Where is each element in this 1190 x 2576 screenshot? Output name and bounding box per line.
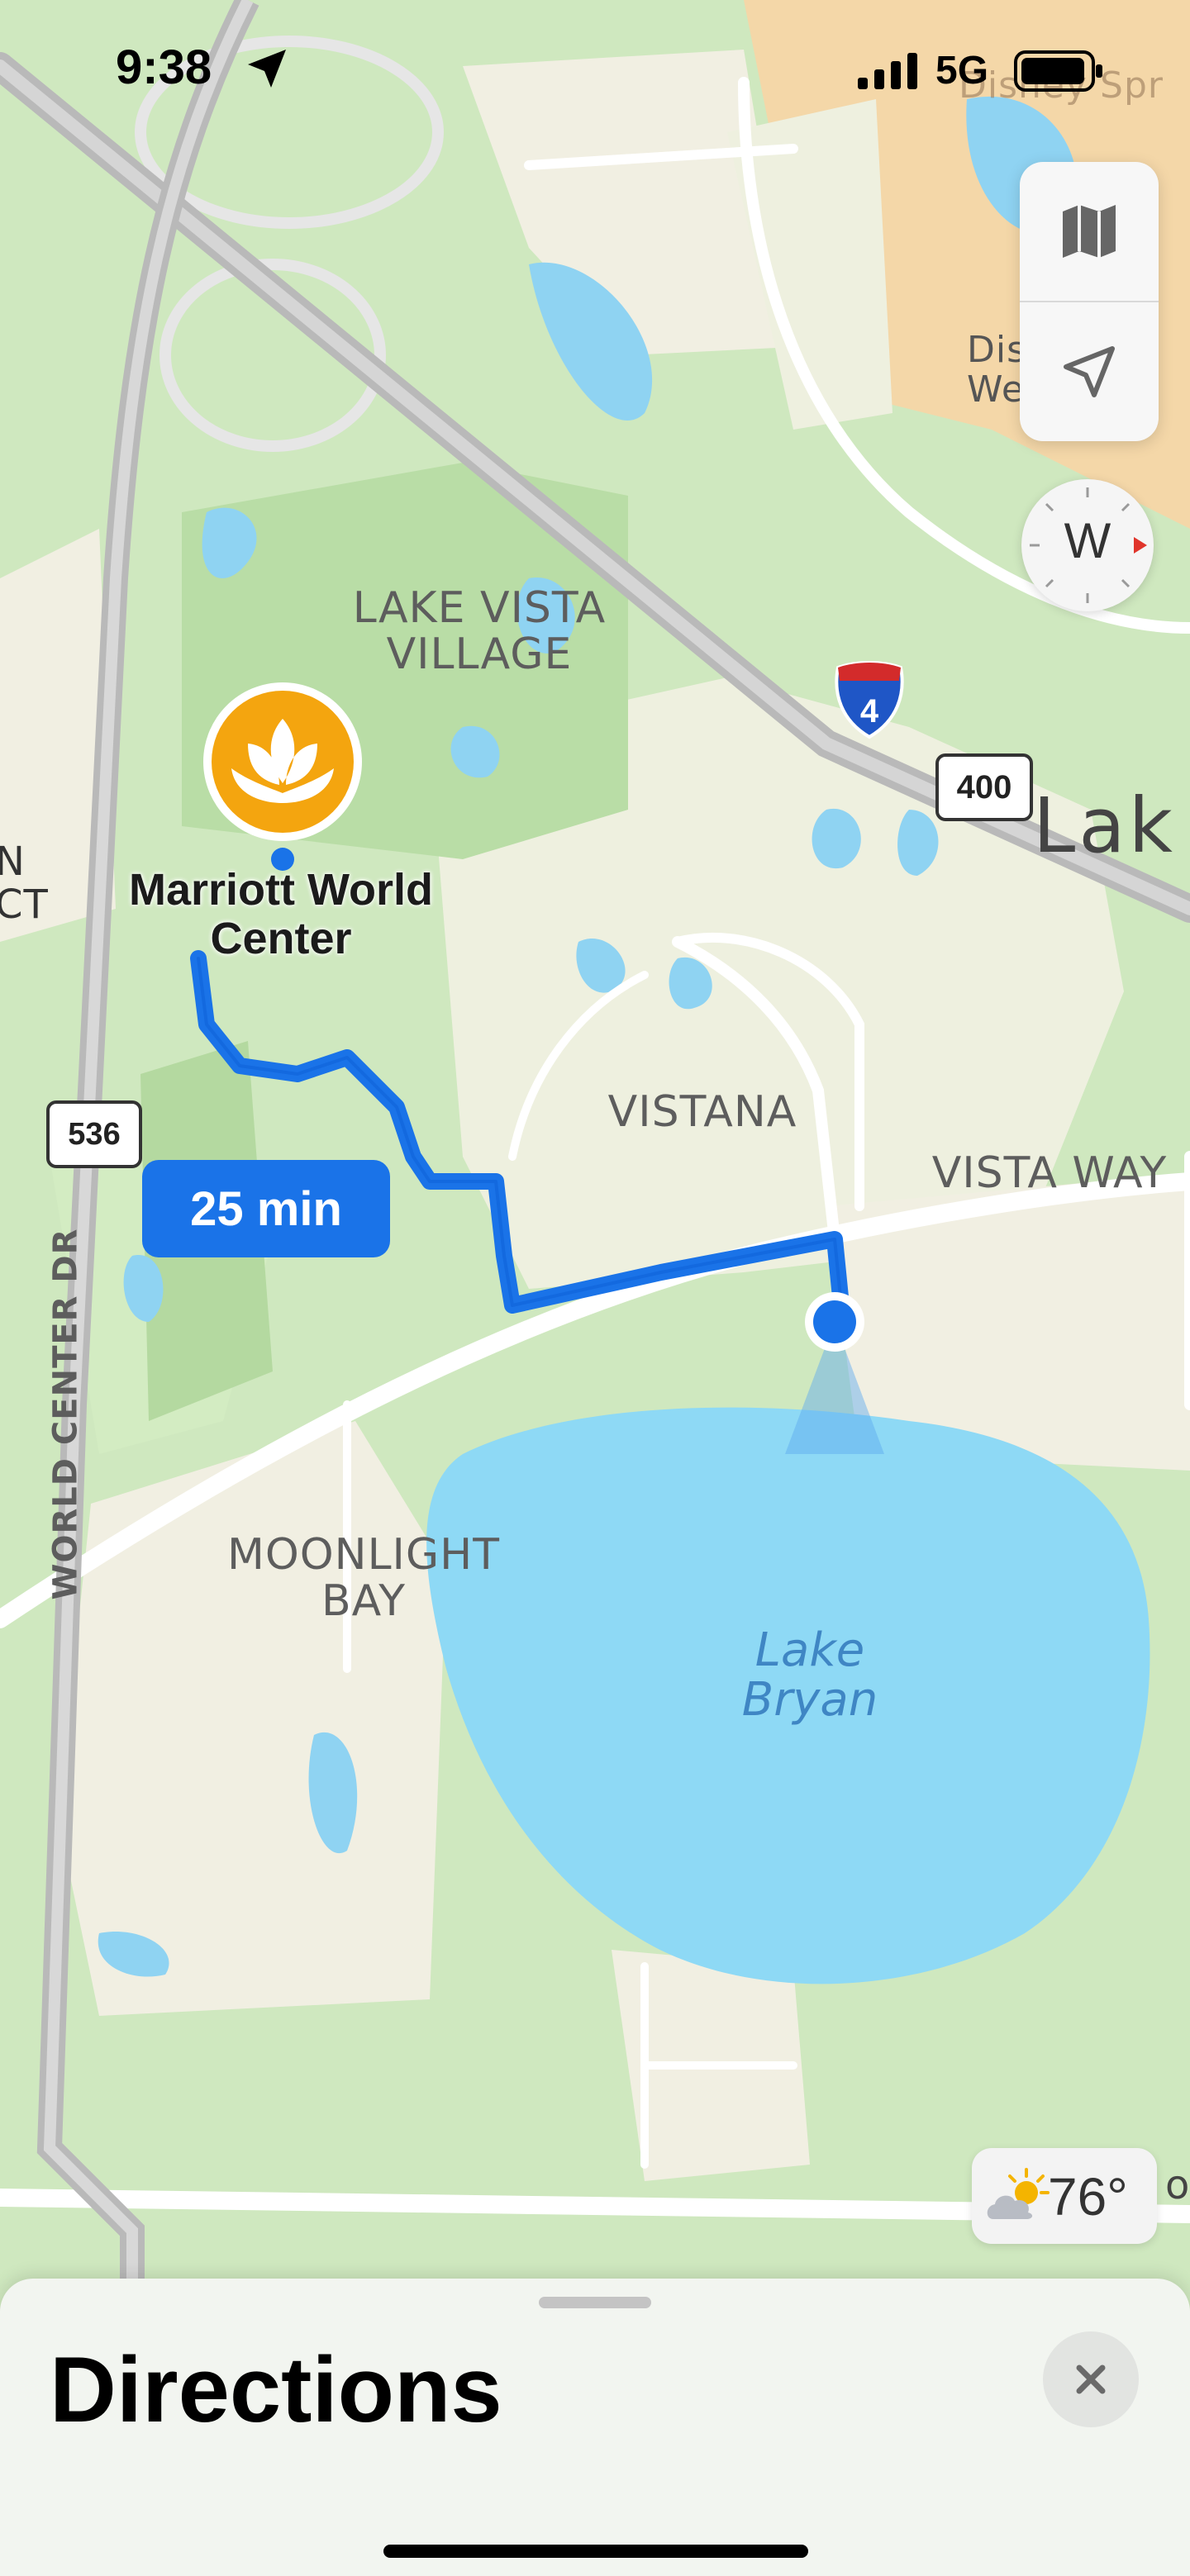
close-button[interactable]: [1043, 2331, 1139, 2427]
home-indicator[interactable]: [383, 2545, 808, 2558]
status-time: 9:38: [116, 40, 212, 94]
lake-buena-vista-partial-label: Lak: [1033, 782, 1176, 870]
disney-world-partial-label: Dis We: [967, 329, 1027, 411]
world-center-dr-label: WORLD CENTER DR: [46, 1228, 85, 1600]
weather-temperature: 76°: [1048, 2167, 1128, 2227]
lake-bryan-label: Lake Bryan: [741, 1623, 878, 1728]
route-eta-badge[interactable]: 25 min: [142, 1160, 390, 1257]
map-edge-label-right: o: [1165, 2162, 1190, 2208]
sheet-title: Directions: [50, 2338, 502, 2441]
location-arrow-outline-icon: [1064, 346, 1115, 397]
signal-icon: [858, 53, 917, 89]
close-icon: [1076, 2365, 1106, 2394]
vista-way-label: VISTA WAY: [931, 1148, 1168, 1198]
compass-heading: W: [1064, 513, 1111, 568]
location-arrow-icon: [248, 50, 286, 88]
map-icon: [1063, 205, 1116, 258]
map-controls: [1020, 162, 1159, 441]
sheet-grabber[interactable]: [539, 2297, 651, 2308]
partly-cloudy-icon: [987, 2168, 1050, 2219]
sr400-shield: 400: [935, 753, 1033, 821]
weather-widget[interactable]: 76°: [972, 2148, 1157, 2244]
map-edge-label: N CT: [0, 839, 49, 928]
sr536-shield: 536: [46, 1100, 142, 1168]
vistana-label: VISTANA: [607, 1087, 797, 1137]
interstate-shield: 4: [835, 661, 904, 739]
marriott-world-center-label[interactable]: Marriott World Center: [91, 865, 471, 964]
moonlight-bay-label: MOONLIGHT BAY: [226, 1530, 501, 1627]
directions-sheet[interactable]: Directions: [0, 2279, 1190, 2576]
map-mode-button[interactable]: [1020, 162, 1159, 301]
network-type: 5G: [935, 49, 989, 93]
compass-button[interactable]: W: [1021, 479, 1154, 611]
locate-me-button[interactable]: [1020, 302, 1159, 441]
status-bar: 9:38 5G: [0, 0, 1190, 140]
lake-vista-village-label: LAKE VISTA VILLAGE: [352, 583, 607, 680]
battery-icon: [1014, 50, 1102, 92]
svg-text:4: 4: [860, 693, 879, 730]
